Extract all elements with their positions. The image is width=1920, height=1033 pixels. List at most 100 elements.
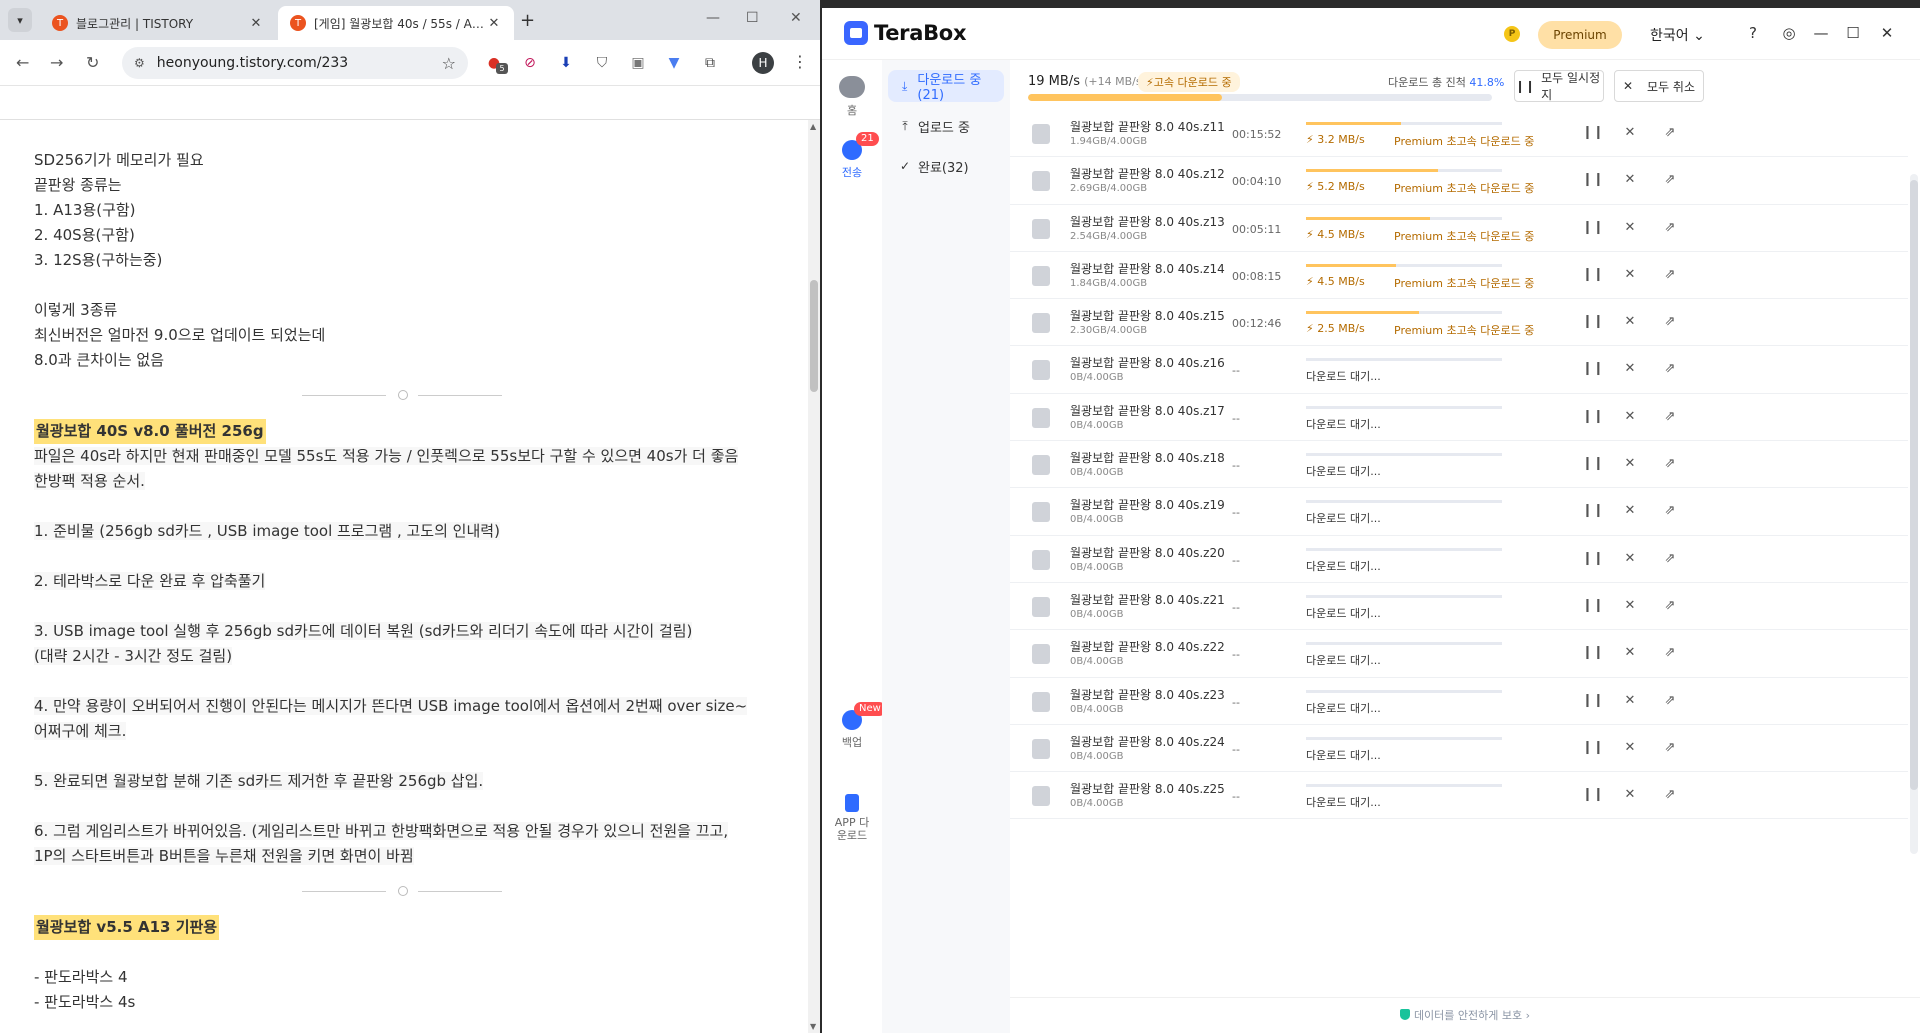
open-folder-icon[interactable]: ⇗: [1662, 456, 1678, 471]
download-row[interactable]: 월광보합 끝판왕 8.0 40s.z25 0B/4.00GB -- 다운로드 대기..…: [1010, 772, 1908, 820]
close-icon[interactable]: ✕: [1622, 740, 1638, 755]
shield-extension-icon[interactable]: ⛉: [592, 53, 612, 73]
cancel-all-button[interactable]: ✕ 모두 취소: [1614, 70, 1704, 102]
open-folder-icon[interactable]: ⇗: [1662, 361, 1678, 376]
close-icon[interactable]: ✕: [1622, 172, 1638, 187]
page-scrollbar[interactable]: ▲ ▼: [808, 120, 820, 1033]
maximize-icon[interactable]: ☐: [1844, 24, 1862, 42]
download-row[interactable]: 월광보합 끝판왕 8.0 40s.z24 0B/4.00GB -- 다운로드 대기..…: [1010, 725, 1908, 773]
scroll-thumb[interactable]: [810, 280, 818, 392]
pause-icon[interactable]: ❙❙: [1582, 456, 1604, 471]
more-menu-icon[interactable]: ⋮: [792, 52, 808, 71]
pause-all-button[interactable]: ❙❙ 모두 일시정지: [1514, 70, 1604, 102]
pause-icon[interactable]: ❙❙: [1582, 220, 1604, 235]
block-icon[interactable]: ⊘: [520, 53, 540, 73]
pause-icon[interactable]: ❙❙: [1582, 361, 1604, 376]
close-icon[interactable]: ✕: [1622, 314, 1638, 329]
language-select[interactable]: 한국어 ⌄: [1650, 25, 1705, 45]
open-folder-icon[interactable]: ⇗: [1662, 740, 1678, 755]
close-icon[interactable]: ✕: [1622, 693, 1638, 708]
minimize-icon[interactable]: —: [706, 10, 720, 26]
rail-transfer[interactable]: 21 전송: [822, 132, 882, 180]
close-icon[interactable]: ✕: [1622, 645, 1638, 660]
back-icon[interactable]: ←: [16, 53, 29, 72]
premium-button[interactable]: Premium: [1538, 21, 1622, 49]
sidebar-item-completed[interactable]: ✓ 완료(32): [888, 150, 1004, 182]
download-row[interactable]: 월광보합 끝판왕 8.0 40s.z12 2.69GB/4.00GB 00:04:1…: [1010, 157, 1908, 205]
open-folder-icon[interactable]: ⇗: [1662, 787, 1678, 802]
download-row[interactable]: 월광보합 끝판왕 8.0 40s.z23 0B/4.00GB -- 다운로드 대기..…: [1010, 678, 1908, 725]
tab-blog-admin[interactable]: T 블로그관리 | TISTORY ✕: [40, 6, 276, 40]
tab-game-post[interactable]: T [게임] 월광보합 40s / 55s / A13 끝판왕 ... ✕: [278, 6, 514, 40]
close-icon[interactable]: ✕: [486, 16, 502, 31]
download-row[interactable]: 월광보합 끝판왕 8.0 40s.z20 0B/4.00GB -- 다운로드 대기..…: [1010, 536, 1908, 583]
download-arrow-icon[interactable]: ⬇: [556, 53, 576, 73]
open-folder-icon[interactable]: ⇗: [1662, 125, 1678, 140]
pause-icon[interactable]: ❙❙: [1582, 267, 1604, 282]
pause-icon[interactable]: ❙❙: [1582, 551, 1604, 566]
rail-backup[interactable]: New 백업: [822, 702, 886, 750]
reload-icon[interactable]: ↻: [86, 53, 99, 72]
download-row[interactable]: 월광보합 끝판왕 8.0 40s.z13 2.54GB/4.00GB 00:05:1…: [1010, 205, 1908, 252]
forward-icon[interactable]: →: [50, 53, 63, 72]
download-row[interactable]: 월광보합 끝판왕 8.0 40s.z14 1.84GB/4.00GB 00:08:1…: [1010, 252, 1908, 300]
close-icon[interactable]: ✕: [1622, 220, 1638, 235]
open-folder-icon[interactable]: ⇗: [1662, 267, 1678, 282]
close-window-icon[interactable]: ✕: [790, 10, 802, 26]
download-row[interactable]: 월광보합 끝판왕 8.0 40s.z22 0B/4.00GB -- 다운로드 대기..…: [1010, 630, 1908, 678]
maximize-icon[interactable]: ☐: [746, 10, 759, 26]
pause-icon[interactable]: ❙❙: [1582, 409, 1604, 424]
sidebar-item-downloading[interactable]: ⤓ 다운로드 중(21): [888, 70, 1004, 103]
close-icon[interactable]: ✕: [1622, 409, 1638, 424]
help-icon[interactable]: ?: [1744, 24, 1762, 42]
close-icon[interactable]: ✕: [1622, 598, 1638, 613]
open-folder-icon[interactable]: ⇗: [1662, 503, 1678, 518]
pause-icon[interactable]: ❙❙: [1582, 598, 1604, 613]
open-folder-icon[interactable]: ⇗: [1662, 551, 1678, 566]
pause-icon[interactable]: ❙❙: [1582, 125, 1604, 140]
settings-icon[interactable]: ◎: [1780, 24, 1798, 42]
points-coin-icon[interactable]: P: [1504, 26, 1520, 42]
close-icon[interactable]: ✕: [1622, 503, 1638, 518]
pause-icon[interactable]: ❙❙: [1582, 740, 1604, 755]
download-row[interactable]: 월광보합 끝판왕 8.0 40s.z11 1.94GB/4.00GB 00:15:5…: [1010, 110, 1908, 158]
sidebar-item-uploading[interactable]: ⤒ 업로드 중: [888, 110, 1004, 142]
close-icon[interactable]: ✕: [1622, 125, 1638, 140]
download-row[interactable]: 월광보합 끝판왕 8.0 40s.z18 0B/4.00GB -- 다운로드 대기..…: [1010, 441, 1908, 489]
pause-icon[interactable]: ❙❙: [1582, 503, 1604, 518]
pause-icon[interactable]: ❙❙: [1582, 645, 1604, 660]
site-info-icon[interactable]: ⚙: [134, 56, 145, 70]
puzzle-icon[interactable]: ⧉: [700, 53, 720, 73]
open-folder-icon[interactable]: ⇗: [1662, 314, 1678, 329]
image-extension-icon[interactable]: ▣: [628, 53, 648, 73]
open-folder-icon[interactable]: ⇗: [1662, 598, 1678, 613]
list-scrollbar[interactable]: [1910, 174, 1918, 854]
close-icon[interactable]: ✕: [1622, 551, 1638, 566]
close-icon[interactable]: ✕: [1622, 456, 1638, 471]
minimize-icon[interactable]: —: [1812, 24, 1830, 42]
vpn-extension-icon[interactable]: ▼: [664, 53, 684, 73]
close-icon[interactable]: ✕: [1622, 787, 1638, 802]
open-folder-icon[interactable]: ⇗: [1662, 220, 1678, 235]
extension-red-icon[interactable]: ● 5: [484, 53, 508, 74]
open-folder-icon[interactable]: ⇗: [1662, 172, 1678, 187]
close-icon[interactable]: ✕: [1622, 267, 1638, 282]
download-row[interactable]: 월광보합 끝판왕 8.0 40s.z21 0B/4.00GB -- 다운로드 대기..…: [1010, 583, 1908, 631]
close-window-icon[interactable]: ✕: [1878, 24, 1896, 42]
address-bar[interactable]: ⚙ heonyoung.tistory.com/233 ☆: [122, 47, 468, 79]
open-folder-icon[interactable]: ⇗: [1662, 693, 1678, 708]
pause-icon[interactable]: ❙❙: [1582, 693, 1604, 708]
close-icon[interactable]: ✕: [248, 16, 264, 31]
pause-icon[interactable]: ❙❙: [1582, 172, 1604, 187]
download-row[interactable]: 월광보합 끝판왕 8.0 40s.z17 0B/4.00GB -- 다운로드 대기..…: [1010, 394, 1908, 442]
bookmark-star-icon[interactable]: ☆: [442, 54, 456, 73]
scroll-thumb[interactable]: [1910, 180, 1918, 790]
rail-app-download[interactable]: APP 다운로드: [822, 794, 882, 842]
data-protection-link[interactable]: 데이터를 안전하게 보호 ›: [1010, 997, 1920, 1033]
download-row[interactable]: 월광보합 끝판왕 8.0 40s.z15 2.30GB/4.00GB 00:12:4…: [1010, 299, 1908, 347]
open-folder-icon[interactable]: ⇗: [1662, 409, 1678, 424]
pause-icon[interactable]: ❙❙: [1582, 314, 1604, 329]
download-row[interactable]: 월광보합 끝판왕 8.0 40s.z19 0B/4.00GB -- 다운로드 대기..…: [1010, 488, 1908, 536]
close-icon[interactable]: ✕: [1622, 361, 1638, 376]
profile-avatar[interactable]: H: [752, 52, 774, 74]
